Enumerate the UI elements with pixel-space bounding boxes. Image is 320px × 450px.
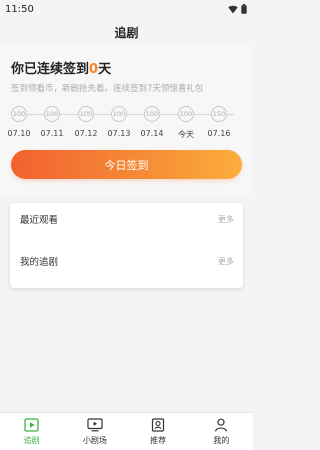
date-day-3: 07.12	[74, 129, 98, 138]
checkin-card: 你已连续签到0天 签到领看币，新剧抢先看。连续签到7天领惊喜礼包 100 100…	[0, 46, 253, 196]
battery-icon	[241, 4, 247, 14]
coin-day-7: 150	[211, 106, 227, 122]
status-time: 11:50	[5, 3, 34, 15]
page-title: 追剧	[114, 25, 139, 40]
following-label: 我的追剧	[20, 257, 59, 268]
nav-label-theater: 小剧场	[82, 436, 107, 445]
checkin-subtitle: 签到领看币，新剧抢先看。连续签到7天领惊喜礼包	[11, 84, 204, 94]
checkin-days-count: 0	[89, 62, 99, 77]
coin-day-3: 100	[78, 106, 94, 122]
status-bar: 11:50	[0, 0, 253, 18]
date-row: 07.10 07.11 07.12 07.13 07.14 今天 07.16	[8, 129, 242, 141]
list-item-following[interactable]: 我的追剧 更多	[10, 246, 243, 276]
nav-label-recommend: 推荐	[150, 436, 167, 445]
nav-item-mine[interactable]: 我的	[190, 413, 253, 446]
following-more-link[interactable]: 更多	[218, 256, 234, 267]
date-day-7: 07.16	[207, 129, 231, 138]
checkin-title: 你已连续签到0天	[11, 58, 111, 77]
history-card: 最近观看 更多 我的追剧 更多	[10, 203, 243, 288]
tv-icon	[87, 418, 103, 432]
nav-label-mine: 我的	[213, 436, 230, 445]
coin-track: 100 100 100 100 100 100 150	[11, 106, 242, 122]
checkin-title-suffix: 天	[98, 62, 112, 77]
nav-item-drama[interactable]: 追剧	[0, 413, 63, 446]
person-icon	[215, 418, 228, 432]
date-day-4: 07.13	[107, 129, 131, 138]
nav-item-theater[interactable]: 小剧场	[63, 413, 126, 446]
date-today: 今天	[178, 130, 194, 139]
checkin-title-prefix: 你已连续签到	[11, 62, 90, 77]
status-icons	[228, 4, 247, 14]
nav-item-recommend[interactable]: 推荐	[127, 413, 190, 446]
coin-day-4: 100	[111, 106, 127, 122]
date-day-5: 07.14	[140, 129, 164, 138]
coin-day-1: 100	[11, 106, 27, 122]
nav-label-drama: 追剧	[23, 436, 40, 445]
bottom-nav: 追剧 小剧场 推荐 我的	[0, 412, 253, 450]
wifi-icon	[228, 5, 238, 13]
list-item-recent[interactable]: 最近观看 更多	[10, 204, 243, 234]
recent-more-link[interactable]: 更多	[218, 214, 234, 225]
date-day-1: 07.10	[7, 129, 31, 138]
coin-day-6: 100	[178, 106, 194, 122]
date-day-2: 07.11	[40, 129, 64, 138]
checkin-button[interactable]: 今日签到	[11, 150, 242, 179]
play-square-icon	[24, 418, 39, 432]
coin-day-5: 100	[144, 106, 160, 122]
recommend-icon	[152, 418, 165, 432]
recent-label: 最近观看	[20, 215, 59, 226]
coin-day-2: 100	[44, 106, 60, 122]
